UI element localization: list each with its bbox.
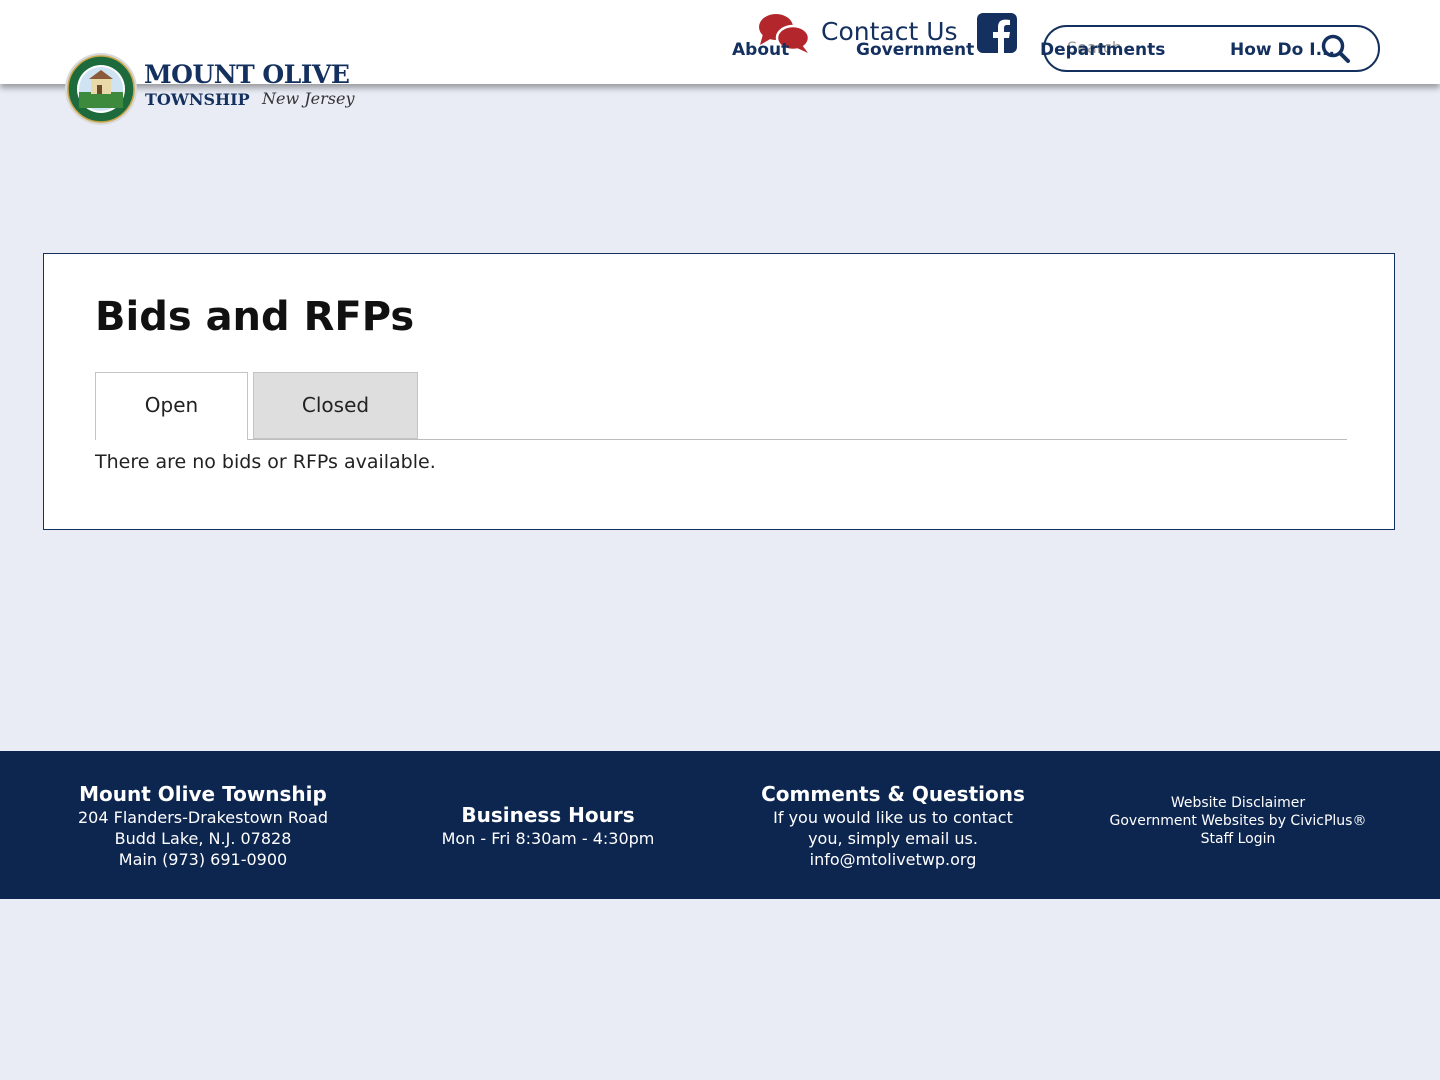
footer-hours-heading: Business Hours (461, 803, 635, 827)
footer-comments-heading: Comments & Questions (761, 782, 1025, 806)
footer-business-hours: Business Hours Mon - Fri 8:30am - 4:30pm (388, 802, 708, 849)
footer-contact-info: Mount Olive Township 204 Flanders-Drakes… (43, 781, 363, 870)
tab-closed[interactable]: Closed (253, 372, 418, 439)
township-seal-icon (65, 53, 137, 125)
logo-title: MOUNT OLIVE (144, 60, 350, 89)
township-logo[interactable]: MOUNT OLIVE TOWNSHIP New Jersey (64, 52, 355, 128)
tabs-divider (95, 439, 1347, 440)
tab-open[interactable]: Open (95, 372, 248, 440)
nav-about[interactable]: About (732, 40, 789, 60)
page-title: Bids and RFPs (95, 294, 415, 340)
facebook-icon[interactable] (977, 13, 1017, 53)
footer-comments-line: you, simply email us. (808, 829, 978, 848)
footer-city-line: Budd Lake, N.J. 07828 (114, 829, 292, 848)
site-footer: Mount Olive Township 204 Flanders-Drakes… (0, 751, 1440, 899)
civicplus-link[interactable]: Government Websites by CivicPlus® (1078, 812, 1398, 830)
footer-email-link[interactable]: info@mtolivetwp.org (733, 849, 1053, 870)
footer-address-line: 204 Flanders-Drakestown Road (77, 808, 328, 827)
nav-departments[interactable]: Departments (1040, 40, 1165, 60)
bids-card: Bids and RFPs Open Closed There are no b… (43, 253, 1395, 530)
footer-hours-line: Mon - Fri 8:30am - 4:30pm (441, 829, 655, 848)
footer-comments-line: If you would like us to contact (773, 808, 1013, 827)
nav-government[interactable]: Government (856, 40, 974, 60)
nav-how-do-i[interactable]: How Do I... (1230, 40, 1335, 60)
footer-township-heading: Mount Olive Township (79, 782, 327, 806)
logo-subtitle: TOWNSHIP (145, 90, 250, 109)
website-disclaimer-link[interactable]: Website Disclaimer (1078, 794, 1398, 812)
empty-message: There are no bids or RFPs available. (95, 451, 436, 473)
footer-phone: Main (973) 691-0900 (118, 850, 288, 869)
footer-links: Website Disclaimer Government Websites b… (1078, 794, 1398, 848)
footer-comments: Comments & Questions If you would like u… (733, 781, 1053, 870)
logo-script: New Jersey (262, 89, 355, 108)
staff-login-link[interactable]: Staff Login (1078, 830, 1398, 848)
